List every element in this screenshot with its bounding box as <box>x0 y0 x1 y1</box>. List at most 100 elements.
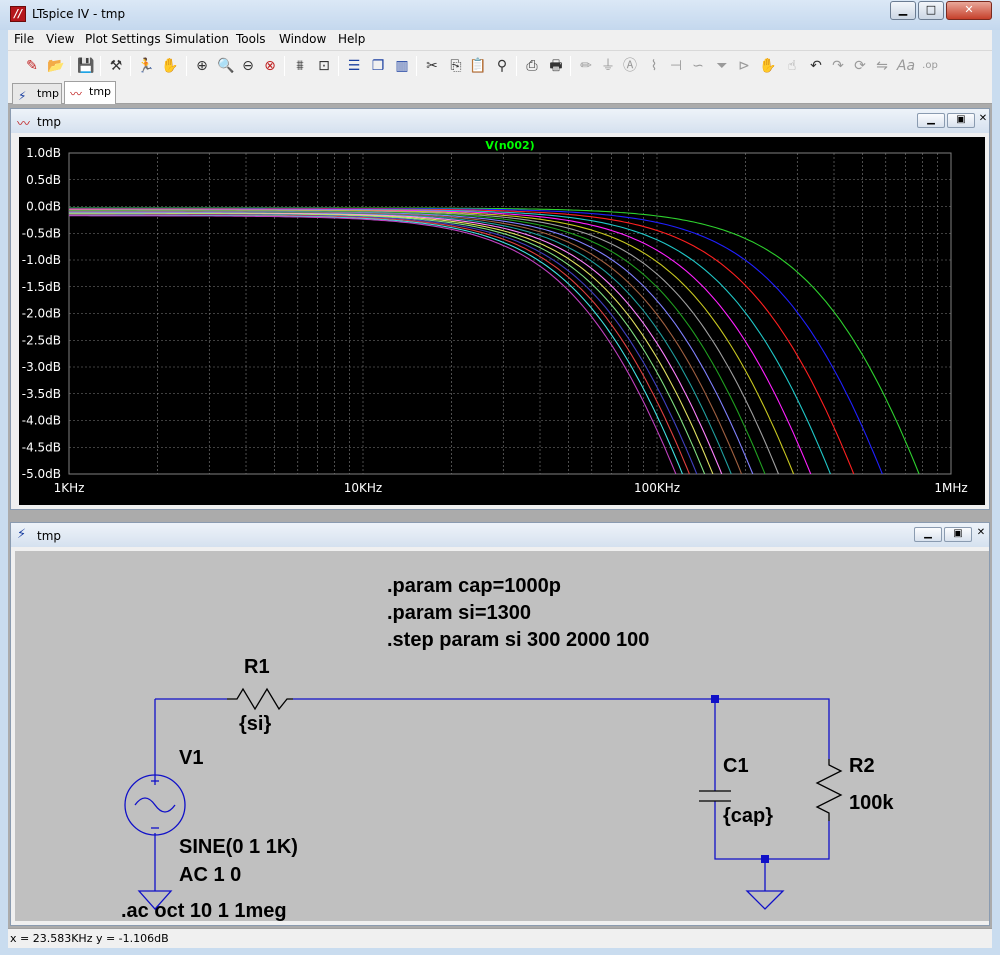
series-trace[interactable] <box>69 211 951 505</box>
c1-value[interactable]: {cap} <box>723 805 773 827</box>
tile-horizontal-icon[interactable]: ☰ <box>344 56 364 76</box>
save-icon[interactable]: 💾 <box>76 56 96 76</box>
series-trace[interactable] <box>69 211 951 506</box>
cursor-icon[interactable]: ⊡ <box>314 56 334 76</box>
r2-name[interactable]: R2 <box>849 755 875 777</box>
tab-waveform[interactable]: 〰 tmp <box>64 81 116 104</box>
autorange-icon[interactable]: ⩩ <box>290 56 310 76</box>
series-trace[interactable] <box>69 210 951 505</box>
zoom-in-icon[interactable]: ⊕ <box>192 56 212 76</box>
waveform-window-title: tmp <box>37 115 62 129</box>
series-trace[interactable] <box>69 208 951 505</box>
trace-label[interactable]: V(n002) <box>485 139 534 152</box>
move-icon[interactable]: ✋ <box>758 56 778 76</box>
component-icon[interactable]: ⊳ <box>734 56 754 76</box>
waveform-minimize-button[interactable]: ▁ <box>917 113 945 128</box>
ac-directive[interactable]: .ac oct 10 1 1meg <box>121 900 287 921</box>
cascade-icon[interactable]: ❐ <box>368 56 388 76</box>
schematic-drawing[interactable]: .param cap=1000p .param si=1300 .step pa… <box>15 551 989 921</box>
copy-icon[interactable]: ⎘ <box>446 56 466 76</box>
diode-icon[interactable]: ⏷ <box>712 56 732 76</box>
menu-simulation[interactable]: Simulation <box>165 32 229 46</box>
schematic-restore-button[interactable]: ▣ <box>944 527 972 542</box>
tile-vertical-icon[interactable]: ▥ <box>392 56 412 76</box>
waveform-restore-button[interactable]: ▣ <box>947 113 975 128</box>
drag-icon[interactable]: ☝ <box>782 56 802 76</box>
series-trace[interactable] <box>69 207 951 505</box>
menu-file[interactable]: File <box>14 32 34 46</box>
series-trace[interactable] <box>69 211 951 505</box>
v1-name[interactable]: V1 <box>179 747 203 769</box>
control-panel-icon[interactable]: ⚒ <box>106 56 126 76</box>
series-trace[interactable] <box>69 207 951 505</box>
menu-tools[interactable]: Tools <box>236 32 266 46</box>
text-icon[interactable]: Aa <box>896 56 916 76</box>
open-icon[interactable]: 📂 <box>46 56 66 76</box>
resistor-icon[interactable]: ⌇ <box>644 56 664 76</box>
v1-value-sine[interactable]: SINE(0 1 1K) <box>179 836 298 858</box>
halt-icon[interactable]: ✋ <box>160 56 180 76</box>
series-trace[interactable] <box>69 210 951 505</box>
mirror-icon[interactable]: ⇋ <box>872 56 892 76</box>
tab-schematic[interactable]: ⚡ tmp <box>12 83 62 104</box>
zoom-cancel-icon[interactable]: ⊗ <box>260 56 280 76</box>
minimize-button[interactable]: ▁ <box>890 1 916 20</box>
r1-value[interactable]: {si} <box>239 713 271 735</box>
print-icon[interactable]: 🖶 <box>546 56 566 76</box>
menu-view[interactable]: View <box>46 32 74 46</box>
paste-icon[interactable]: 📋 <box>468 56 488 76</box>
inductor-icon[interactable]: ∽ <box>688 56 708 76</box>
cursor-readout: x = 23.583KHz y = -1.106dB <box>10 932 169 945</box>
wire-icon[interactable]: ✏ <box>576 56 596 76</box>
run-icon[interactable]: 🏃 <box>136 56 156 76</box>
r2-symbol[interactable] <box>815 759 843 821</box>
zoom-full-icon[interactable]: 🔍 <box>216 56 236 76</box>
series-trace[interactable] <box>69 215 951 505</box>
series-trace[interactable] <box>69 212 951 505</box>
param-cap-directive[interactable]: .param cap=1000p <box>387 575 561 597</box>
menu-help[interactable]: Help <box>338 32 365 46</box>
cut-icon[interactable]: ✂ <box>422 56 442 76</box>
label-net-icon[interactable]: Ⓐ <box>620 56 640 76</box>
x-tick-label: 1KHz <box>54 481 85 495</box>
step-directive[interactable]: .step param si 300 2000 100 <box>387 629 649 651</box>
close-button[interactable]: ✕ <box>946 1 992 20</box>
y-tick-label: 0.5dB <box>26 173 61 187</box>
series-trace[interactable] <box>69 214 951 505</box>
capacitor-icon[interactable]: ⊣ <box>666 56 686 76</box>
bode-plot[interactable]: 1.0dB 0.5dB 0.0dB -0.5dB -1.0dB -1.5dB -2.0dB -… <box>19 137 985 505</box>
series-trace[interactable] <box>69 213 951 505</box>
print-setup-icon[interactable]: ⎙ <box>522 56 542 76</box>
spice-directive-icon[interactable]: .op <box>920 56 940 76</box>
r1-name[interactable]: R1 <box>244 656 270 678</box>
series-trace[interactable] <box>69 212 951 505</box>
r2-value[interactable]: 100k <box>849 792 894 814</box>
zoom-out-icon[interactable]: ⊖ <box>238 56 258 76</box>
series-trace[interactable] <box>69 213 951 505</box>
new-schematic-icon[interactable]: ✎ <box>22 56 42 76</box>
undo-icon[interactable]: ↶ <box>806 56 826 76</box>
schematic-window: ⚡ tmp ▁ ▣ ✕ .param cap=1000p .param si=1… <box>10 522 990 926</box>
find-icon[interactable]: ⚲ <box>492 56 512 76</box>
rotate-icon[interactable]: ⟳ <box>850 56 870 76</box>
series-trace[interactable] <box>69 208 951 505</box>
schematic-close-button[interactable]: ✕ <box>975 527 987 542</box>
v1-value-ac[interactable]: AC 1 0 <box>179 864 241 886</box>
param-si-directive[interactable]: .param si=1300 <box>387 602 531 624</box>
waveform-close-button[interactable]: ✕ <box>977 113 989 128</box>
series-trace[interactable] <box>69 209 951 505</box>
schematic-canvas[interactable]: .param cap=1000p .param si=1300 .step pa… <box>15 551 989 921</box>
series-trace[interactable] <box>69 214 951 505</box>
schematic-minimize-button[interactable]: ▁ <box>914 527 942 542</box>
maximize-button[interactable]: □ <box>918 1 944 20</box>
c1-name[interactable]: C1 <box>723 755 749 777</box>
plot-pane[interactable]: 1.0dB 0.5dB 0.0dB -0.5dB -1.0dB -1.5dB -2.0dB -… <box>19 137 985 505</box>
menu-window[interactable]: Window <box>279 32 326 46</box>
menu-plot-settings[interactable]: Plot Settings <box>85 32 161 46</box>
r1-symbol[interactable] <box>227 687 293 711</box>
ground-icon[interactable]: ⏚ <box>598 56 618 76</box>
series-trace[interactable] <box>69 209 951 505</box>
waveform-window-titlebar: 〰 tmp ▁ ▣ ✕ <box>11 109 989 133</box>
wire-r1-r2[interactable] <box>293 698 830 759</box>
redo-icon[interactable]: ↷ <box>828 56 848 76</box>
